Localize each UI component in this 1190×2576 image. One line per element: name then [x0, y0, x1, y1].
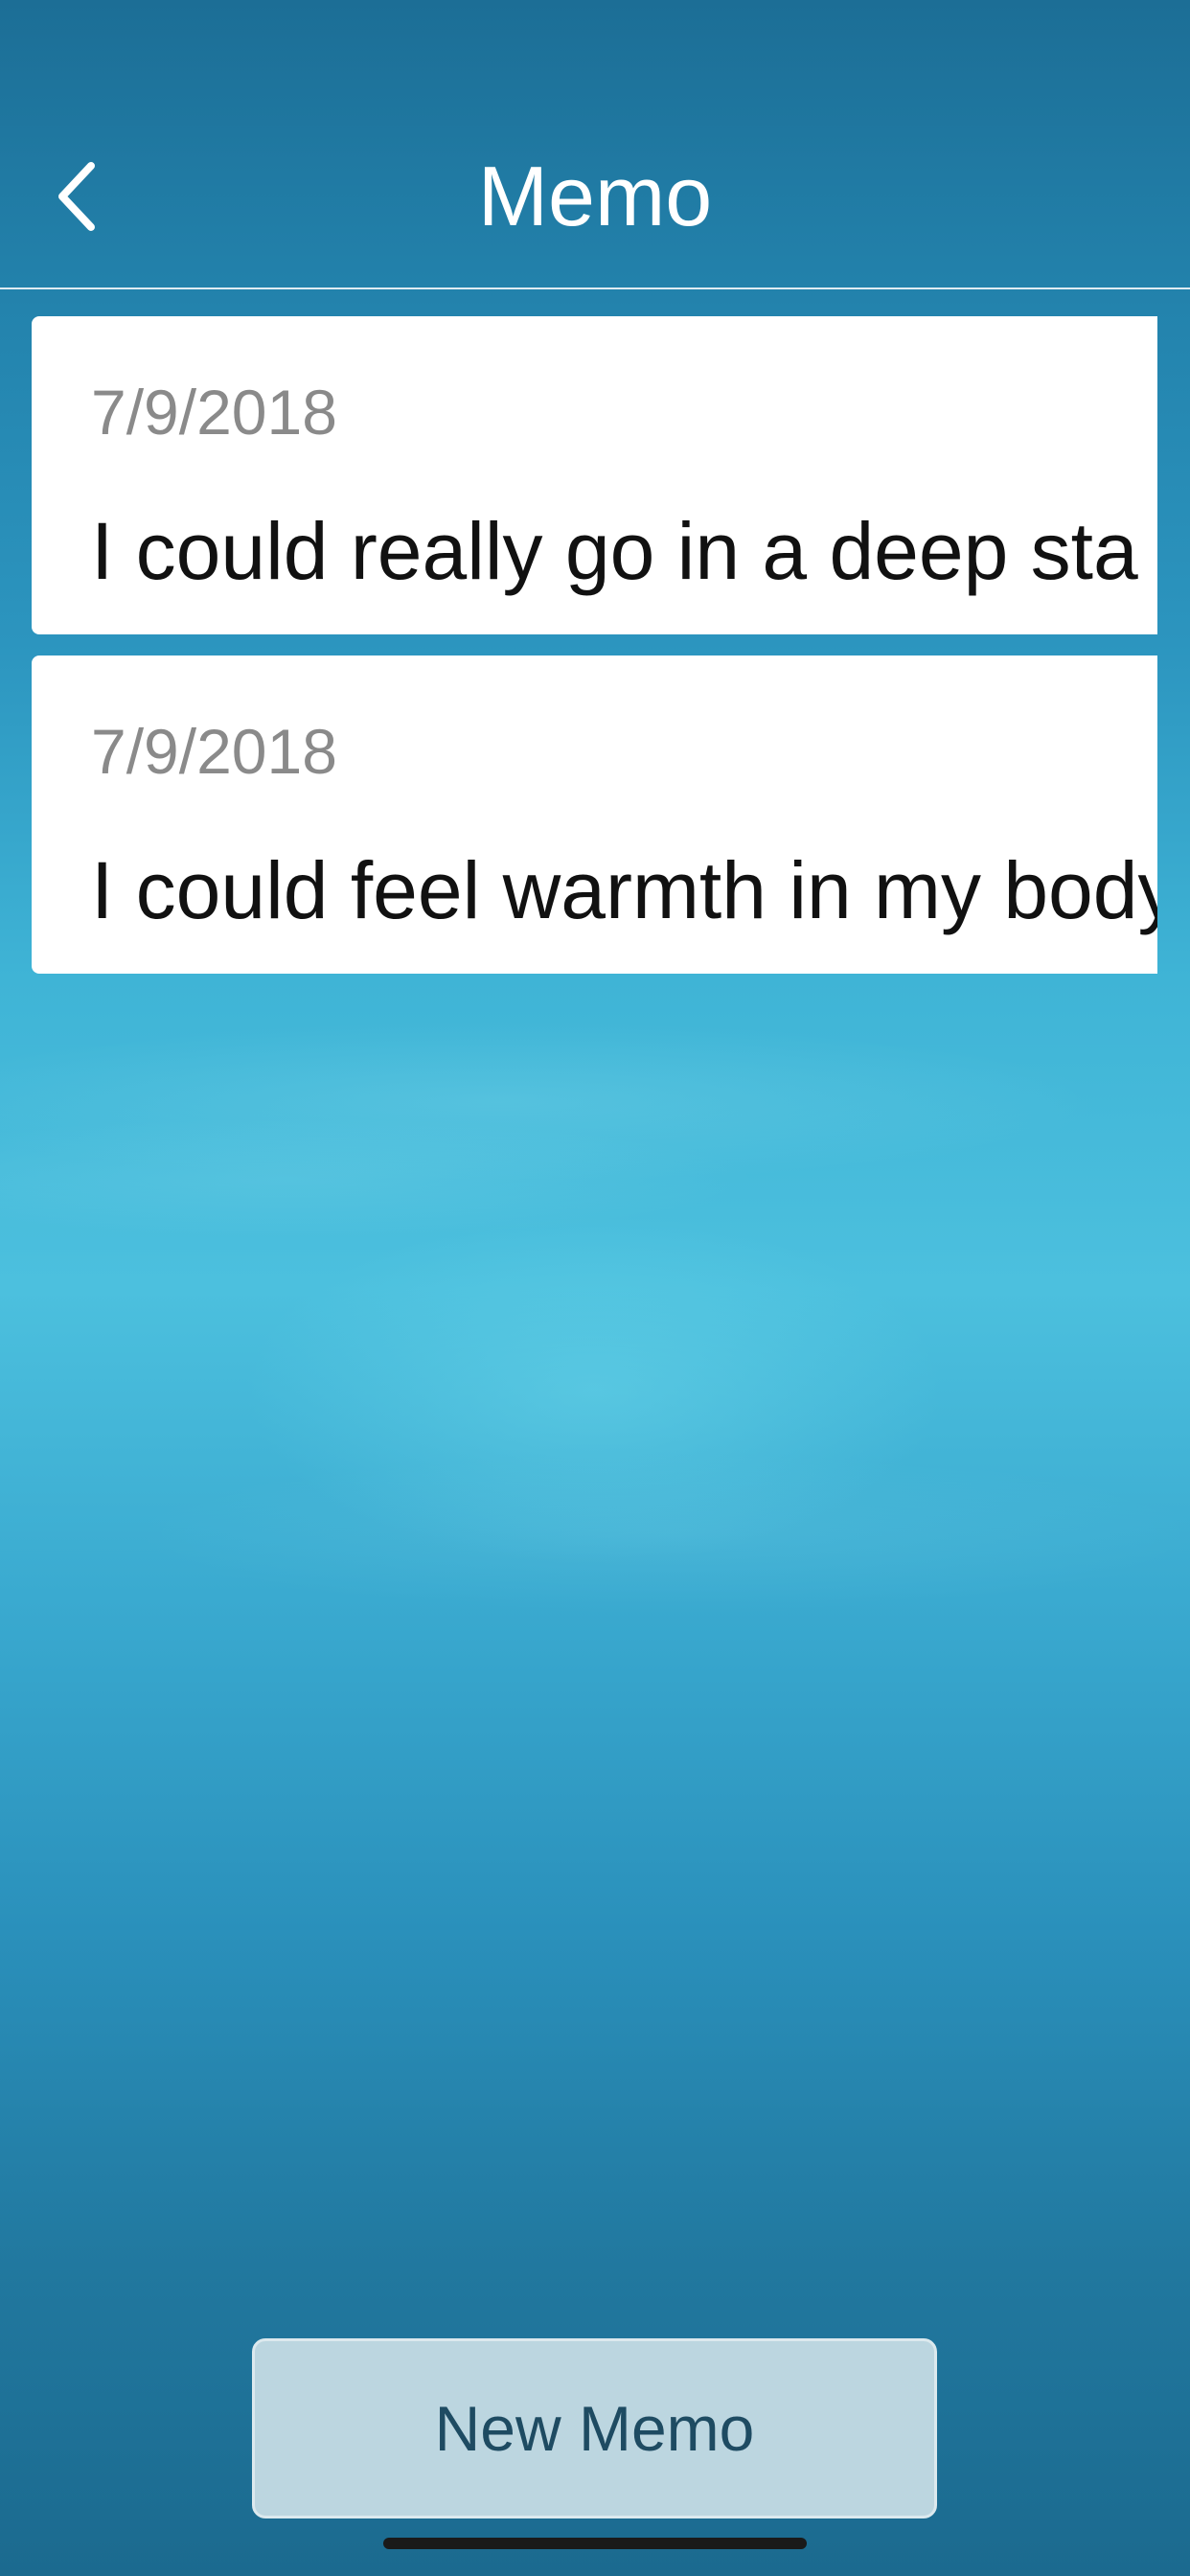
navigation-bar: Memo — [0, 0, 1190, 288]
new-memo-button[interactable]: New Memo — [252, 2338, 937, 2518]
memo-card[interactable]: 7/9/2018 I could feel warmth in my body — [32, 656, 1157, 974]
memo-date: 7/9/2018 — [91, 716, 337, 787]
page-title: Memo — [477, 149, 713, 243]
memo-text: I could feel warmth in my body — [91, 845, 1157, 935]
memo-card[interactable]: 7/9/2018 I could really go in a deep sta — [32, 316, 1157, 634]
memo-list: 7/9/2018 I could really go in a deep sta… — [32, 316, 1157, 995]
home-indicator — [383, 2538, 807, 2549]
memo-date: 7/9/2018 — [91, 377, 337, 448]
memo-text: I could really go in a deep sta — [91, 506, 1138, 596]
header-divider — [0, 288, 1190, 289]
new-memo-label: New Memo — [434, 2393, 755, 2464]
